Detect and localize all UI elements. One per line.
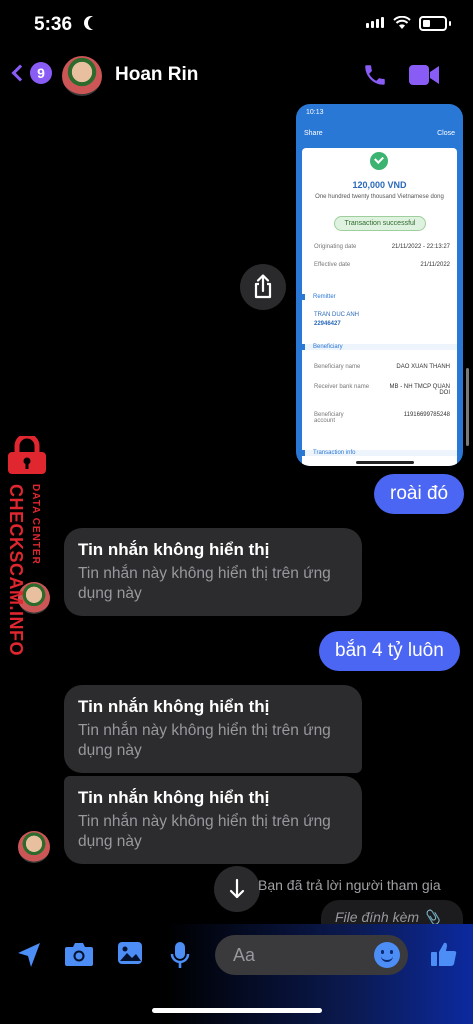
camera-icon[interactable] bbox=[64, 941, 94, 967]
signal-icon bbox=[366, 17, 384, 28]
location-arrow-icon[interactable] bbox=[16, 941, 42, 969]
battery-tip bbox=[449, 21, 451, 26]
unread-badge: 9 bbox=[30, 62, 52, 84]
beneficiary-name-value: DAO XUAN THANH bbox=[396, 364, 450, 370]
status-time: 5:36 bbox=[34, 14, 73, 35]
beneficiary-account-value: 11916699785248 bbox=[403, 412, 450, 418]
receipt-card: 120,000 VND One hundred twenty thousand … bbox=[302, 148, 457, 466]
arrow-down-icon bbox=[229, 878, 245, 899]
remitter-account: 22946427 bbox=[314, 321, 341, 327]
effective-value: 21/11/2022 bbox=[420, 262, 450, 268]
hidden-message-desc: Tin nhắn này không hiển thị trên ứng dụn… bbox=[78, 565, 331, 602]
phone-call-icon[interactable] bbox=[362, 62, 388, 88]
hidden-message[interactable]: Tin nhắn không hiển thị Tin nhắn này khô… bbox=[64, 776, 362, 864]
replied-notice: Bạn đã trả lời người tham gia bbox=[258, 877, 441, 893]
chevron-left-icon bbox=[11, 64, 29, 82]
outgoing-message[interactable]: bắn 4 tỷ luôn bbox=[319, 631, 460, 671]
contact-avatar[interactable] bbox=[62, 56, 102, 96]
hidden-message-desc: Tin nhắn này không hiển thị trên ứng dụn… bbox=[78, 813, 331, 850]
receipt-amount: 120,000 VND bbox=[352, 180, 407, 190]
originating-label: Originating date bbox=[314, 244, 357, 250]
success-check-icon bbox=[370, 152, 388, 170]
receipt-amount-words: One hundred twenty thousand Vietnamese d… bbox=[315, 194, 444, 200]
remitter-name: TRAN DUC ANH bbox=[314, 312, 360, 318]
image-close-label: Close bbox=[437, 130, 455, 137]
remitter-section: Remitter bbox=[302, 294, 457, 300]
scroll-down-button[interactable] bbox=[214, 866, 260, 912]
share-icon bbox=[254, 274, 272, 299]
battery-icon bbox=[419, 16, 447, 31]
beneficiary-name-row: Beneficiary name DAO XUAN THANH bbox=[314, 364, 450, 370]
outgoing-message[interactable]: roài đó bbox=[374, 474, 465, 514]
chat-header: 9 Hoan Rin bbox=[0, 52, 473, 100]
hidden-message-title: Tin nhắn không hiển thị bbox=[78, 788, 270, 807]
hidden-message[interactable]: Tin nhắn không hiển thị Tin nhắn này khô… bbox=[64, 685, 362, 773]
message-input-placeholder: Aa bbox=[233, 945, 256, 965]
originating-row: Originating date 21/11/2022 - 22:13:27 bbox=[314, 244, 450, 250]
watermark-sub: DATA CENTER bbox=[30, 484, 41, 565]
moon-icon bbox=[88, 16, 102, 30]
shared-transaction-image[interactable]: 10:13 Share Close 120,000 VND One hundre… bbox=[296, 104, 463, 466]
effective-label: Effective date bbox=[314, 262, 351, 268]
hidden-message-title: Tin nhắn không hiển thị bbox=[78, 697, 270, 716]
receiver-bank-value: MB - NH TMCP QUAN DOI bbox=[389, 384, 450, 396]
scrollbar[interactable] bbox=[466, 368, 469, 446]
hidden-message-title: Tin nhắn không hiển thị bbox=[78, 540, 270, 559]
receiver-bank-label: Receiver bank name bbox=[314, 384, 370, 390]
paperclip-icon: 📎 bbox=[422, 909, 441, 925]
beneficiary-section: Beneficiary bbox=[302, 344, 457, 350]
sender-avatar[interactable] bbox=[18, 831, 50, 863]
effective-row: Effective date 21/11/2022 bbox=[314, 262, 450, 268]
photo-gallery-icon[interactable] bbox=[117, 941, 143, 965]
originating-value: 21/11/2022 - 22:13:27 bbox=[391, 244, 450, 250]
image-topbar: 10:13 Share Close bbox=[296, 104, 463, 148]
beneficiary-account-label: Beneficiary account bbox=[314, 412, 344, 424]
microphone-icon[interactable] bbox=[170, 941, 190, 969]
image-share-label: Share bbox=[304, 130, 323, 137]
back-button[interactable]: 9 bbox=[11, 62, 52, 84]
thumbs-up-icon[interactable] bbox=[430, 940, 458, 968]
watermark-brand: CHECKSCAM.INFO bbox=[6, 484, 26, 656]
hidden-message-desc: Tin nhắn này không hiển thị trên ứng dụn… bbox=[78, 722, 331, 759]
share-button[interactable] bbox=[240, 264, 286, 310]
hidden-message[interactable]: Tin nhắn không hiển thị Tin nhắn này khô… bbox=[64, 528, 362, 616]
lock-icon bbox=[8, 436, 46, 474]
watermark: CHECKSCAM.INFO DATA CENTER bbox=[2, 436, 52, 666]
video-call-icon[interactable] bbox=[408, 64, 440, 86]
wifi-icon bbox=[393, 16, 411, 29]
beneficiary-name-label: Beneficiary name bbox=[314, 364, 361, 370]
attachment-label: File đính kèm bbox=[335, 909, 420, 925]
home-indicator bbox=[152, 1008, 322, 1013]
emoji-icon[interactable] bbox=[374, 942, 400, 968]
image-phone-time: 10:13 bbox=[306, 109, 324, 116]
receipt-status: Transaction successful bbox=[334, 216, 426, 231]
transaction-info-section: Transaction info bbox=[302, 450, 457, 456]
message-input[interactable]: Aa bbox=[215, 935, 408, 975]
status-bar: 5:36 bbox=[0, 0, 473, 48]
contact-name[interactable]: Hoan Rin bbox=[115, 64, 198, 86]
image-home-indicator bbox=[356, 461, 414, 464]
